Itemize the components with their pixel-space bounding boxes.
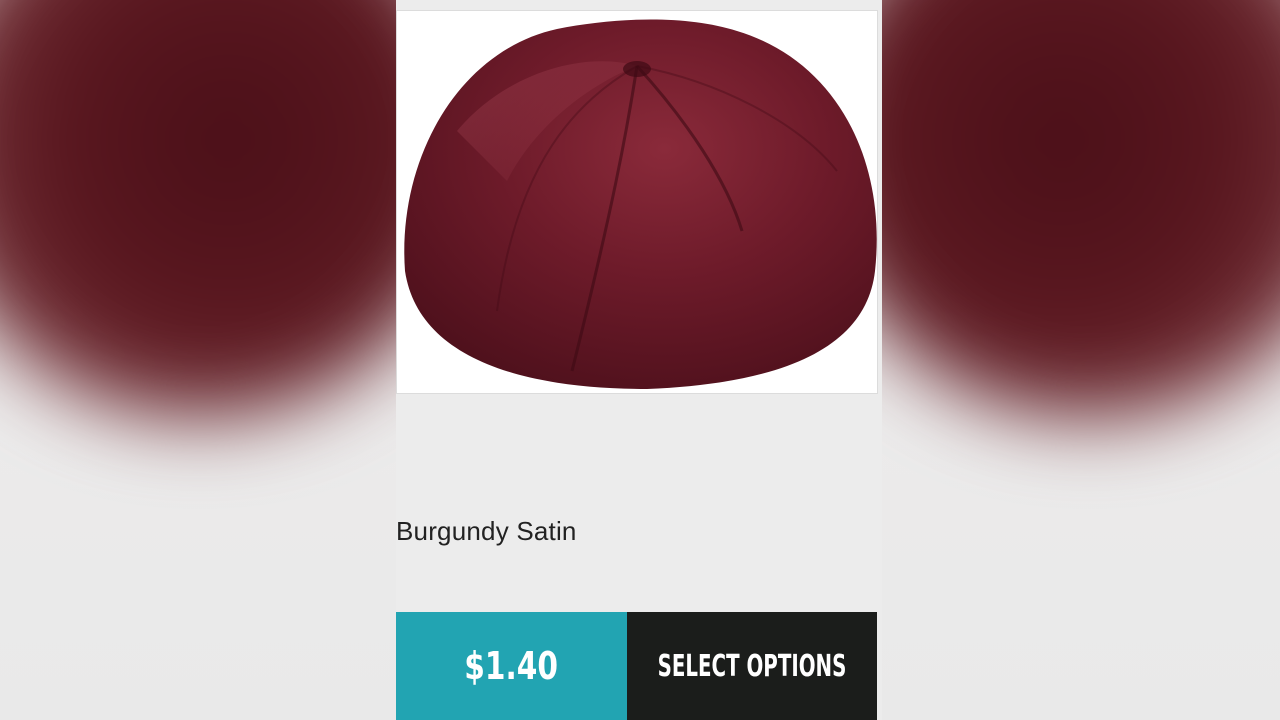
product-card: Burgundy Satin $1.40 SELECT OPTIONS bbox=[396, 0, 882, 720]
kippah-illustration bbox=[404, 19, 877, 389]
product-title[interactable]: Burgundy Satin bbox=[396, 516, 577, 547]
select-options-label: SELECT OPTIONS bbox=[657, 648, 847, 684]
select-options-button[interactable]: SELECT OPTIONS bbox=[627, 612, 877, 720]
price-label: $1.40 bbox=[464, 644, 559, 688]
price-button[interactable]: $1.40 bbox=[396, 612, 627, 720]
product-image[interactable] bbox=[396, 10, 878, 394]
